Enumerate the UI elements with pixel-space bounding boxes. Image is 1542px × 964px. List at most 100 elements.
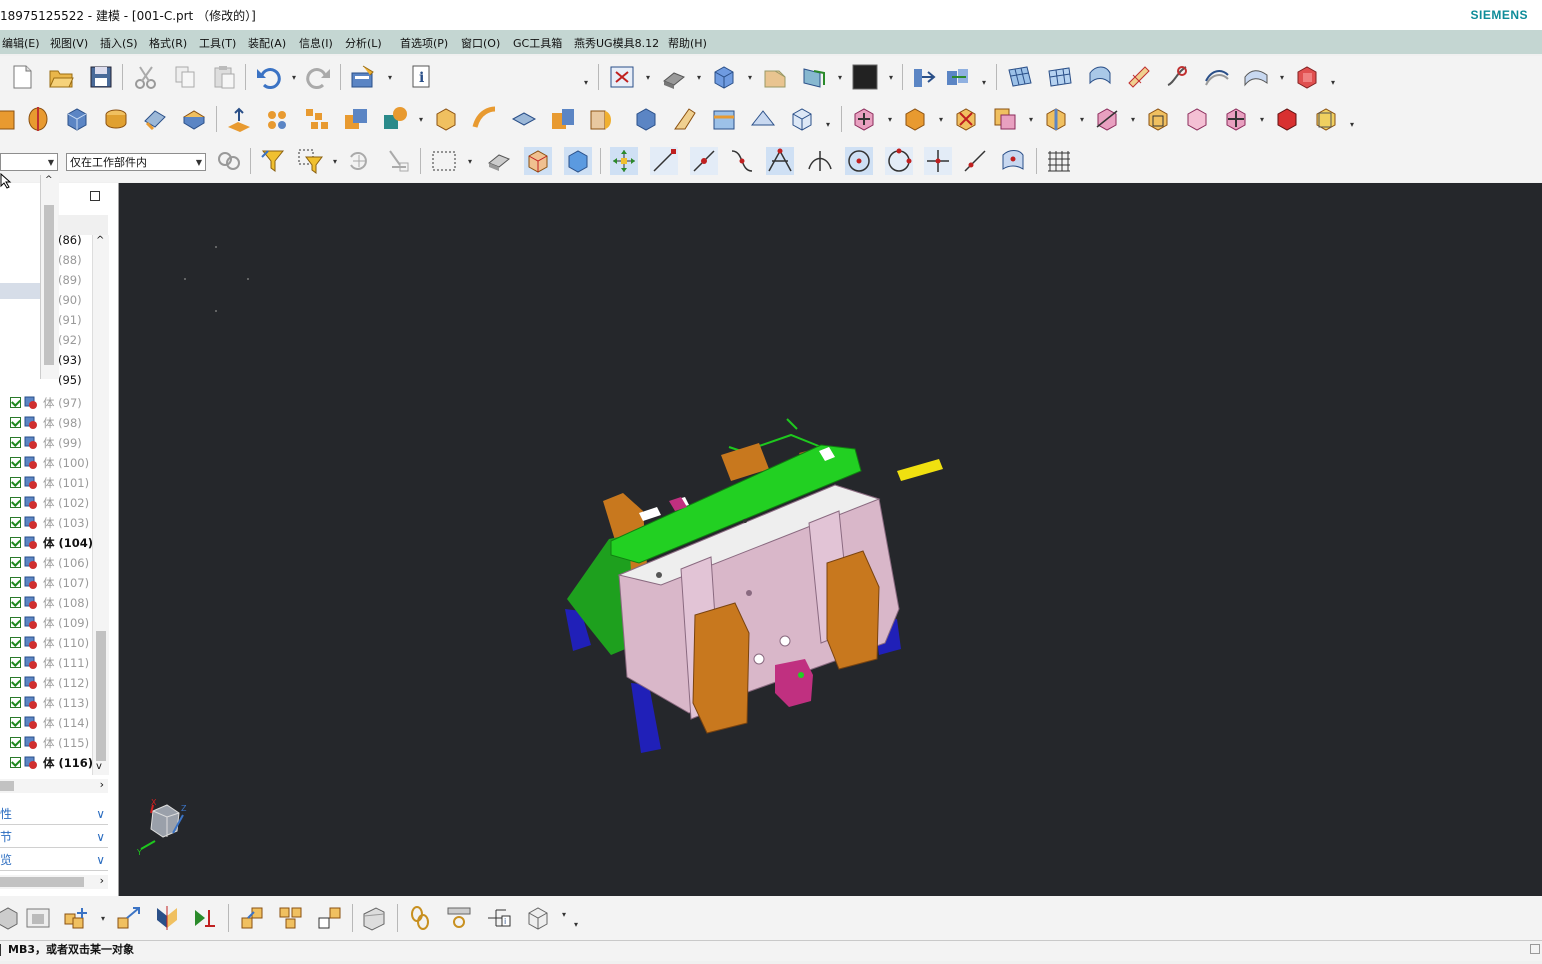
table-row[interactable]: 体 (99) [0,433,92,453]
end-point-icon[interactable] [650,147,678,175]
background-icon[interactable] [851,63,879,91]
section-view-icon[interactable] [761,63,789,91]
background-dropdown-icon[interactable]: ▾ [889,73,895,82]
shaded-view-icon[interactable] [660,63,688,91]
save-icon[interactable] [87,63,115,91]
menu-preferences[interactable]: 首选项(P) [400,35,448,51]
interpart-link-icon[interactable] [445,904,473,932]
visibility-checkbox[interactable] [10,697,21,708]
visibility-checkbox[interactable] [10,577,21,588]
wave-dropdown-icon[interactable]: ▾ [1331,78,1337,87]
offset-dropdown-icon[interactable]: ▾ [1080,115,1086,124]
visibility-checkbox[interactable] [10,417,21,428]
chamfer-icon[interactable] [141,105,169,133]
table-row[interactable]: 体 (115) [0,733,92,753]
rectangle-select-icon[interactable] [430,147,458,175]
bottom-scrollbar[interactable]: › [0,874,108,889]
copy-face-icon[interactable] [991,105,1019,133]
table-row[interactable]: 体 (109) [0,613,92,633]
visibility-checkbox[interactable] [10,597,21,608]
table-row[interactable]: 体 (111) [0,653,92,673]
copy-icon[interactable] [171,63,199,91]
trim-sheet-icon[interactable] [1242,63,1270,91]
chevron-right-icon[interactable]: › [100,778,104,791]
command-dropdown-icon[interactable]: ▾ [388,73,394,82]
fit-view-icon[interactable] [608,63,636,91]
render-dropdown-icon[interactable]: ▾ [697,73,703,82]
toolbar-more-icon[interactable]: ▾ [574,920,580,929]
visibility-checkbox[interactable] [10,457,21,468]
visibility-checkbox[interactable] [10,537,21,548]
magenta-part[interactable] [775,659,813,707]
general-selection-icon[interactable] [215,147,243,175]
table-row[interactable]: 体 (103) [0,513,92,533]
boolean-dropdown-icon[interactable]: ▾ [419,115,425,124]
horizontal-scrollbar[interactable]: › [0,778,108,793]
table-row[interactable]: 体 (102) [0,493,92,513]
new-file-icon[interactable] [8,63,36,91]
dropdown-list[interactable] [0,199,40,379]
menu-format[interactable]: 格式(R) [149,35,187,51]
visibility-checkbox[interactable] [10,557,21,568]
transform-icon[interactable] [944,63,972,91]
dimension-face-icon[interactable] [1144,105,1172,133]
visibility-checkbox[interactable] [10,477,21,488]
table-row[interactable]: 体 (98) [0,413,92,433]
pull-face-dropdown-icon[interactable]: ▾ [939,115,945,124]
intersection-point-icon[interactable] [766,147,794,175]
pattern-face-icon[interactable] [1222,105,1250,133]
move-object-icon[interactable] [910,63,938,91]
list-item[interactable]: (91) [58,313,82,327]
snap-point-icon[interactable] [610,147,638,175]
chevron-up-icon[interactable]: ^ [45,175,53,185]
split-body-icon[interactable] [710,105,738,133]
cylinder-icon[interactable] [102,105,130,133]
extrude-icon[interactable] [0,105,20,133]
subtract-icon[interactable] [381,105,409,133]
selection-scope-combo[interactable]: 仅在工作部件内 ▼ [66,153,206,171]
assembly-navigator-icon[interactable]: i [484,904,512,932]
block-icon[interactable] [63,105,91,133]
solid-body-icon[interactable] [1273,105,1301,133]
component-pattern-icon[interactable] [277,904,305,932]
wireframe-box-icon[interactable] [788,105,816,133]
filter-options-icon[interactable] [296,147,324,175]
patch-icon[interactable] [549,105,577,133]
visibility-checkbox[interactable] [10,517,21,528]
mirror-assembly-icon[interactable] [153,904,181,932]
section-details[interactable]: 节 ∨ [0,827,108,848]
surface-grid-icon[interactable] [1006,63,1034,91]
mold-model[interactable] [119,183,1542,896]
orange-front-block[interactable] [826,550,880,670]
list-item[interactable]: (89) [58,273,82,287]
visibility-checkbox[interactable] [10,657,21,668]
orient-dropdown-icon[interactable]: ▾ [748,73,754,82]
list-item[interactable]: (88) [58,253,82,267]
grid-icon[interactable] [1045,147,1073,175]
trim-body-icon[interactable] [671,105,699,133]
scrollbar-thumb[interactable] [96,631,106,761]
clearance-dropdown-icon[interactable]: ▾ [562,910,568,919]
table-row[interactable]: 体 (104) [0,533,93,553]
table-row[interactable]: 体 (97) [0,393,92,413]
exploded-view-icon[interactable] [238,904,266,932]
resize-face-icon[interactable] [1093,105,1121,133]
replace-face-icon[interactable] [588,105,616,133]
orange-front-block[interactable] [692,602,750,734]
mid-point-icon[interactable] [690,147,718,175]
assembly-constraint-icon[interactable] [191,904,219,932]
navigator-scrollbar[interactable]: ^ v [92,235,109,775]
menu-help[interactable]: 帮助(H) [668,35,707,51]
list-item[interactable]: (92) [58,333,82,347]
menu-gc-toolkit[interactable]: GC工具箱 [513,35,562,51]
menu-window[interactable]: 窗口(O) [461,35,500,51]
undo-selection-icon[interactable] [345,147,373,175]
transform-dropdown-icon[interactable]: ▾ [982,78,988,87]
undo-icon[interactable] [254,63,282,91]
visibility-checkbox[interactable] [10,397,21,408]
yellow-part[interactable] [897,459,943,481]
visibility-checkbox[interactable] [10,677,21,688]
offset-surface-icon[interactable] [1203,63,1231,91]
redo-icon[interactable] [305,63,333,91]
component-icon[interactable] [0,904,22,932]
